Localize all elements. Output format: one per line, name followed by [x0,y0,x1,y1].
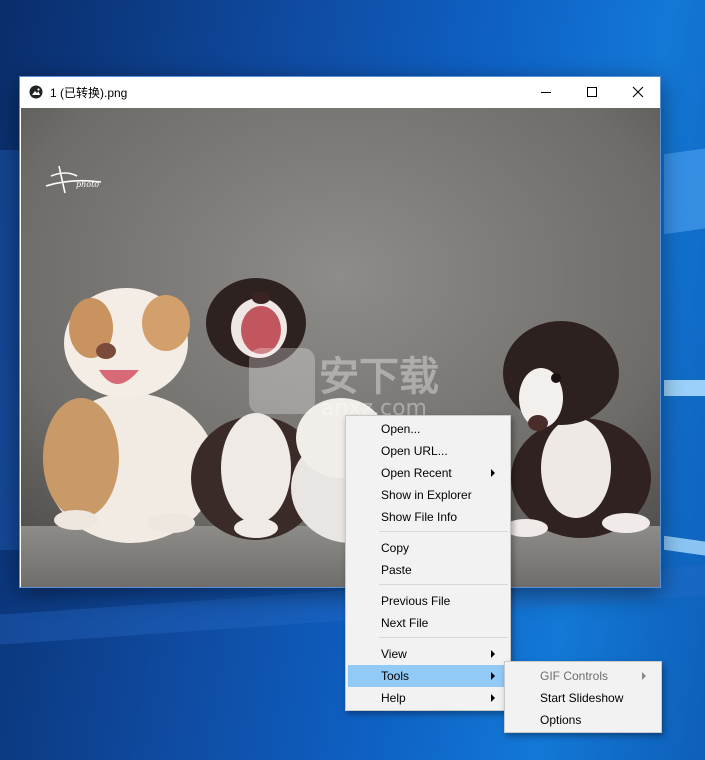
menu-item-view[interactable]: View [348,643,508,665]
menu-item-previous-file[interactable]: Previous File [348,590,508,612]
menu-separator [379,637,508,638]
menu-item-open-url[interactable]: Open URL... [348,440,508,462]
menu-item-label: Open... [381,422,421,436]
minimize-icon [541,92,551,93]
submenu-arrow-icon [491,672,495,680]
menu-item-label: Options [540,713,582,727]
context-menu[interactable]: Open... Open URL... Open Recent Show in … [345,415,511,711]
submenu-arrow-icon [491,650,495,658]
menu-item-options[interactable]: Options [507,709,659,731]
desktop-light-beam [664,145,705,235]
menu-item-tools[interactable]: Tools [348,665,508,687]
image-viewer-window[interactable]: 1 (已转换).png photo 安下载 anxz.com [19,76,661,588]
menu-item-label: Open URL... [381,444,448,458]
menu-item-label: Next File [381,616,429,630]
menu-item-copy[interactable]: Copy [348,537,508,559]
menu-item-show-in-explorer[interactable]: Show in Explorer [348,484,508,506]
menu-item-label: Show in Explorer [381,488,472,502]
menu-item-label: View [381,647,407,661]
maximize-button[interactable] [569,77,615,107]
menu-item-paste[interactable]: Paste [348,559,508,581]
menu-item-label: Help [381,691,406,705]
signature-text: photo [76,180,99,189]
desktop-light-beam [0,150,20,550]
title-bar[interactable]: 1 (已转换).png [20,77,660,107]
menu-item-open-recent[interactable]: Open Recent [348,462,508,484]
menu-separator [379,531,508,532]
menu-item-label: Open Recent [381,466,452,480]
menu-item-gif-controls[interactable]: GIF Controls [507,665,659,687]
displayed-image[interactable]: photo 安下载 anxz.com [21,108,660,587]
menu-item-label: Previous File [381,594,451,608]
menu-item-next-file[interactable]: Next File [348,612,508,634]
menu-item-show-file-info[interactable]: Show File Info [348,506,508,528]
menu-separator [379,584,508,585]
maximize-icon [587,87,597,97]
menu-item-label: Tools [381,669,410,683]
app-icon [29,85,43,99]
watermark: 安下载 anxz.com [249,348,439,421]
menu-item-label: GIF Controls [540,669,609,683]
menu-item-label: Copy [381,541,410,555]
menu-item-help[interactable]: Help [348,687,508,709]
puppies-photo: photo 安下载 anxz.com [21,108,660,587]
close-icon [632,86,644,98]
menu-item-open[interactable]: Open... [348,418,508,440]
watermark-text: 安下载 [319,354,439,400]
menu-item-label: Paste [381,563,412,577]
submenu-arrow-icon [491,694,495,702]
desktop-light-beam [664,535,705,559]
window-title: 1 (已转换).png [50,85,128,100]
tools-submenu[interactable]: GIF Controls Start Slideshow Options [504,661,662,733]
submenu-arrow-icon [642,672,646,680]
menu-item-label: Show File Info [381,510,458,524]
submenu-arrow-icon [491,469,495,477]
desktop-light-beam [664,380,705,396]
minimize-button[interactable] [523,77,569,107]
menu-item-label: Start Slideshow [540,691,624,705]
menu-item-start-slideshow[interactable]: Start Slideshow [507,687,659,709]
close-button[interactable] [615,77,661,107]
